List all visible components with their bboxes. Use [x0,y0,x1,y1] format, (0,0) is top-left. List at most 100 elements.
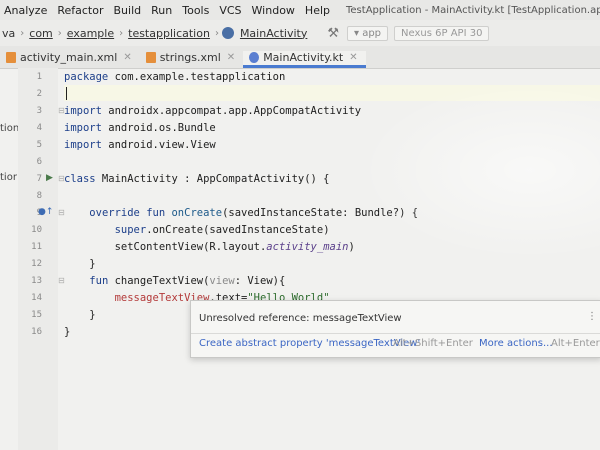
tab-label: MainActivity.kt [263,51,344,64]
line-number: 15 [31,310,42,320]
line-number: 8 [36,191,42,201]
breadcrumb-item[interactable]: va [0,27,17,40]
run-class-icon[interactable]: ▶ [46,173,53,183]
code-token: android.os.Bundle [101,122,216,134]
menu-analyze[interactable]: Analyze [0,4,53,17]
menu-tools[interactable]: Tools [178,4,215,17]
code-token: super [114,224,147,236]
current-line-highlight [64,85,600,101]
code-token: androidx.appcompat.app.AppCompatActivity [101,105,362,117]
window-title: TestApplication - MainActivity.kt [TestA… [346,4,600,16]
menu-help[interactable]: Help [301,4,336,17]
device-label: Nexus 6P API 30 [401,27,483,39]
code-editor[interactable]: package com.example.testapplication impo… [64,68,600,450]
code-token: import [64,122,102,134]
breadcrumb-item[interactable]: testapplication [126,27,212,40]
code-token: com.example.testapplication [108,71,286,83]
code-line: import androidx.appcompat.app.AppCompatA… [64,105,361,117]
code-token: import [64,139,102,151]
line-number: 1 [36,72,42,82]
line-number: 16 [31,327,42,337]
code-line: } [64,326,70,338]
code-token: setContentView(R.layout. [114,241,267,253]
line-number: 10 [31,225,42,235]
code-token: onCreate [165,207,223,219]
code-token: android.view.View [101,139,216,151]
code-line: super.onCreate(savedInstanceState) [64,224,330,236]
tab-main-activity[interactable]: MainActivity.kt ✕ [243,51,366,68]
editor-tab-bar: activity_main.xml ✕ strings.xml ✕ MainAc… [0,46,600,69]
xml-file-icon [6,52,16,63]
chevron-right-icon: › [57,27,62,39]
chevron-right-icon: › [20,27,25,39]
device-select[interactable]: Nexus 6P API 30 [394,25,490,41]
tab-activity-main[interactable]: activity_main.xml ✕ [0,51,140,68]
code-line: } [64,309,96,321]
more-actions-link[interactable]: More actions... [479,338,553,349]
code-token: class [64,173,96,185]
close-icon[interactable]: ✕ [227,52,235,63]
code-token: fun [89,275,109,287]
menu-vcs[interactable]: VCS [215,4,247,17]
line-number: 5 [36,140,42,150]
line-number: 2 [36,89,42,99]
line-number: 6 [36,157,42,167]
line-number: 3 [36,106,42,116]
code-token: MainActivity : AppCompatActivity() { [95,173,330,185]
line-number: 7 [36,174,42,184]
chevron-right-icon: › [214,27,219,39]
more-actions-shortcut: Alt+Enter [551,338,600,349]
side-panel-label[interactable]: tion [0,123,19,134]
line-number: 14 [31,293,42,303]
line-number: 12 [31,259,42,269]
divider [191,333,600,334]
breadcrumb-item[interactable]: example [65,27,116,40]
menu-refactor[interactable]: Refactor [53,4,109,17]
tab-label: strings.xml [159,51,221,64]
code-line: class MainActivity : AppCompatActivity()… [64,173,330,185]
code-line: setContentView(R.layout.activity_main) [64,241,355,253]
run-config-select[interactable]: ▾ app [347,25,389,41]
code-token: : View){ [234,275,286,287]
line-number: 11 [31,242,42,252]
menu-build[interactable]: Build [110,4,148,17]
code-token: } [64,326,71,338]
line-number: 13 [31,276,42,286]
breadcrumb-item[interactable]: com [27,27,55,40]
code-line: import android.os.Bundle [64,122,216,134]
navigation-bar: va › com › example › testapplication › M… [0,20,600,47]
code-line: package com.example.testapplication [64,71,285,83]
code-token: ) [348,241,355,253]
menu-run[interactable]: Run [147,4,178,17]
quick-fix-link[interactable]: Create abstract property 'messageTextVie… [199,338,420,349]
menu-window[interactable]: Window [248,4,301,17]
side-panel-label[interactable]: tior [0,172,17,183]
hammer-icon[interactable]: ⚒ [327,26,339,41]
text-caret [66,87,67,100]
code-token: package [64,71,109,83]
menu-bar: Analyze Refactor Build Run Tools VCS Win… [0,0,600,20]
code-line: fun changeTextView(view: View){ [64,275,285,287]
code-token: view [209,275,235,287]
code-token: activity_main [266,241,349,253]
line-number: 4 [36,123,42,133]
code-token: import [64,105,102,117]
override-method-icon[interactable]: ●↑ [38,207,53,217]
close-icon[interactable]: ✕ [349,52,357,63]
code-line: } [64,258,96,270]
code-line: override fun onCreate(savedInstanceState… [64,207,418,219]
run-config-label: app [362,27,382,39]
quick-fix-shortcut: Alt+Shift+Enter [393,338,473,349]
more-options-icon[interactable]: ⋮ [587,311,597,322]
tab-label: activity_main.xml [20,51,118,64]
code-token: } [89,258,96,270]
code-token: override fun [89,207,166,219]
code-token: (savedInstanceState: Bundle?) { [222,207,419,219]
code-token: } [89,309,96,321]
breadcrumb-item[interactable]: MainActivity [238,27,309,40]
close-icon[interactable]: ✕ [123,52,131,63]
xml-file-icon [145,52,156,63]
code-token: changeTextView( [108,275,210,287]
chevron-right-icon: › [119,27,124,39]
tab-strings[interactable]: strings.xml ✕ [140,51,243,68]
